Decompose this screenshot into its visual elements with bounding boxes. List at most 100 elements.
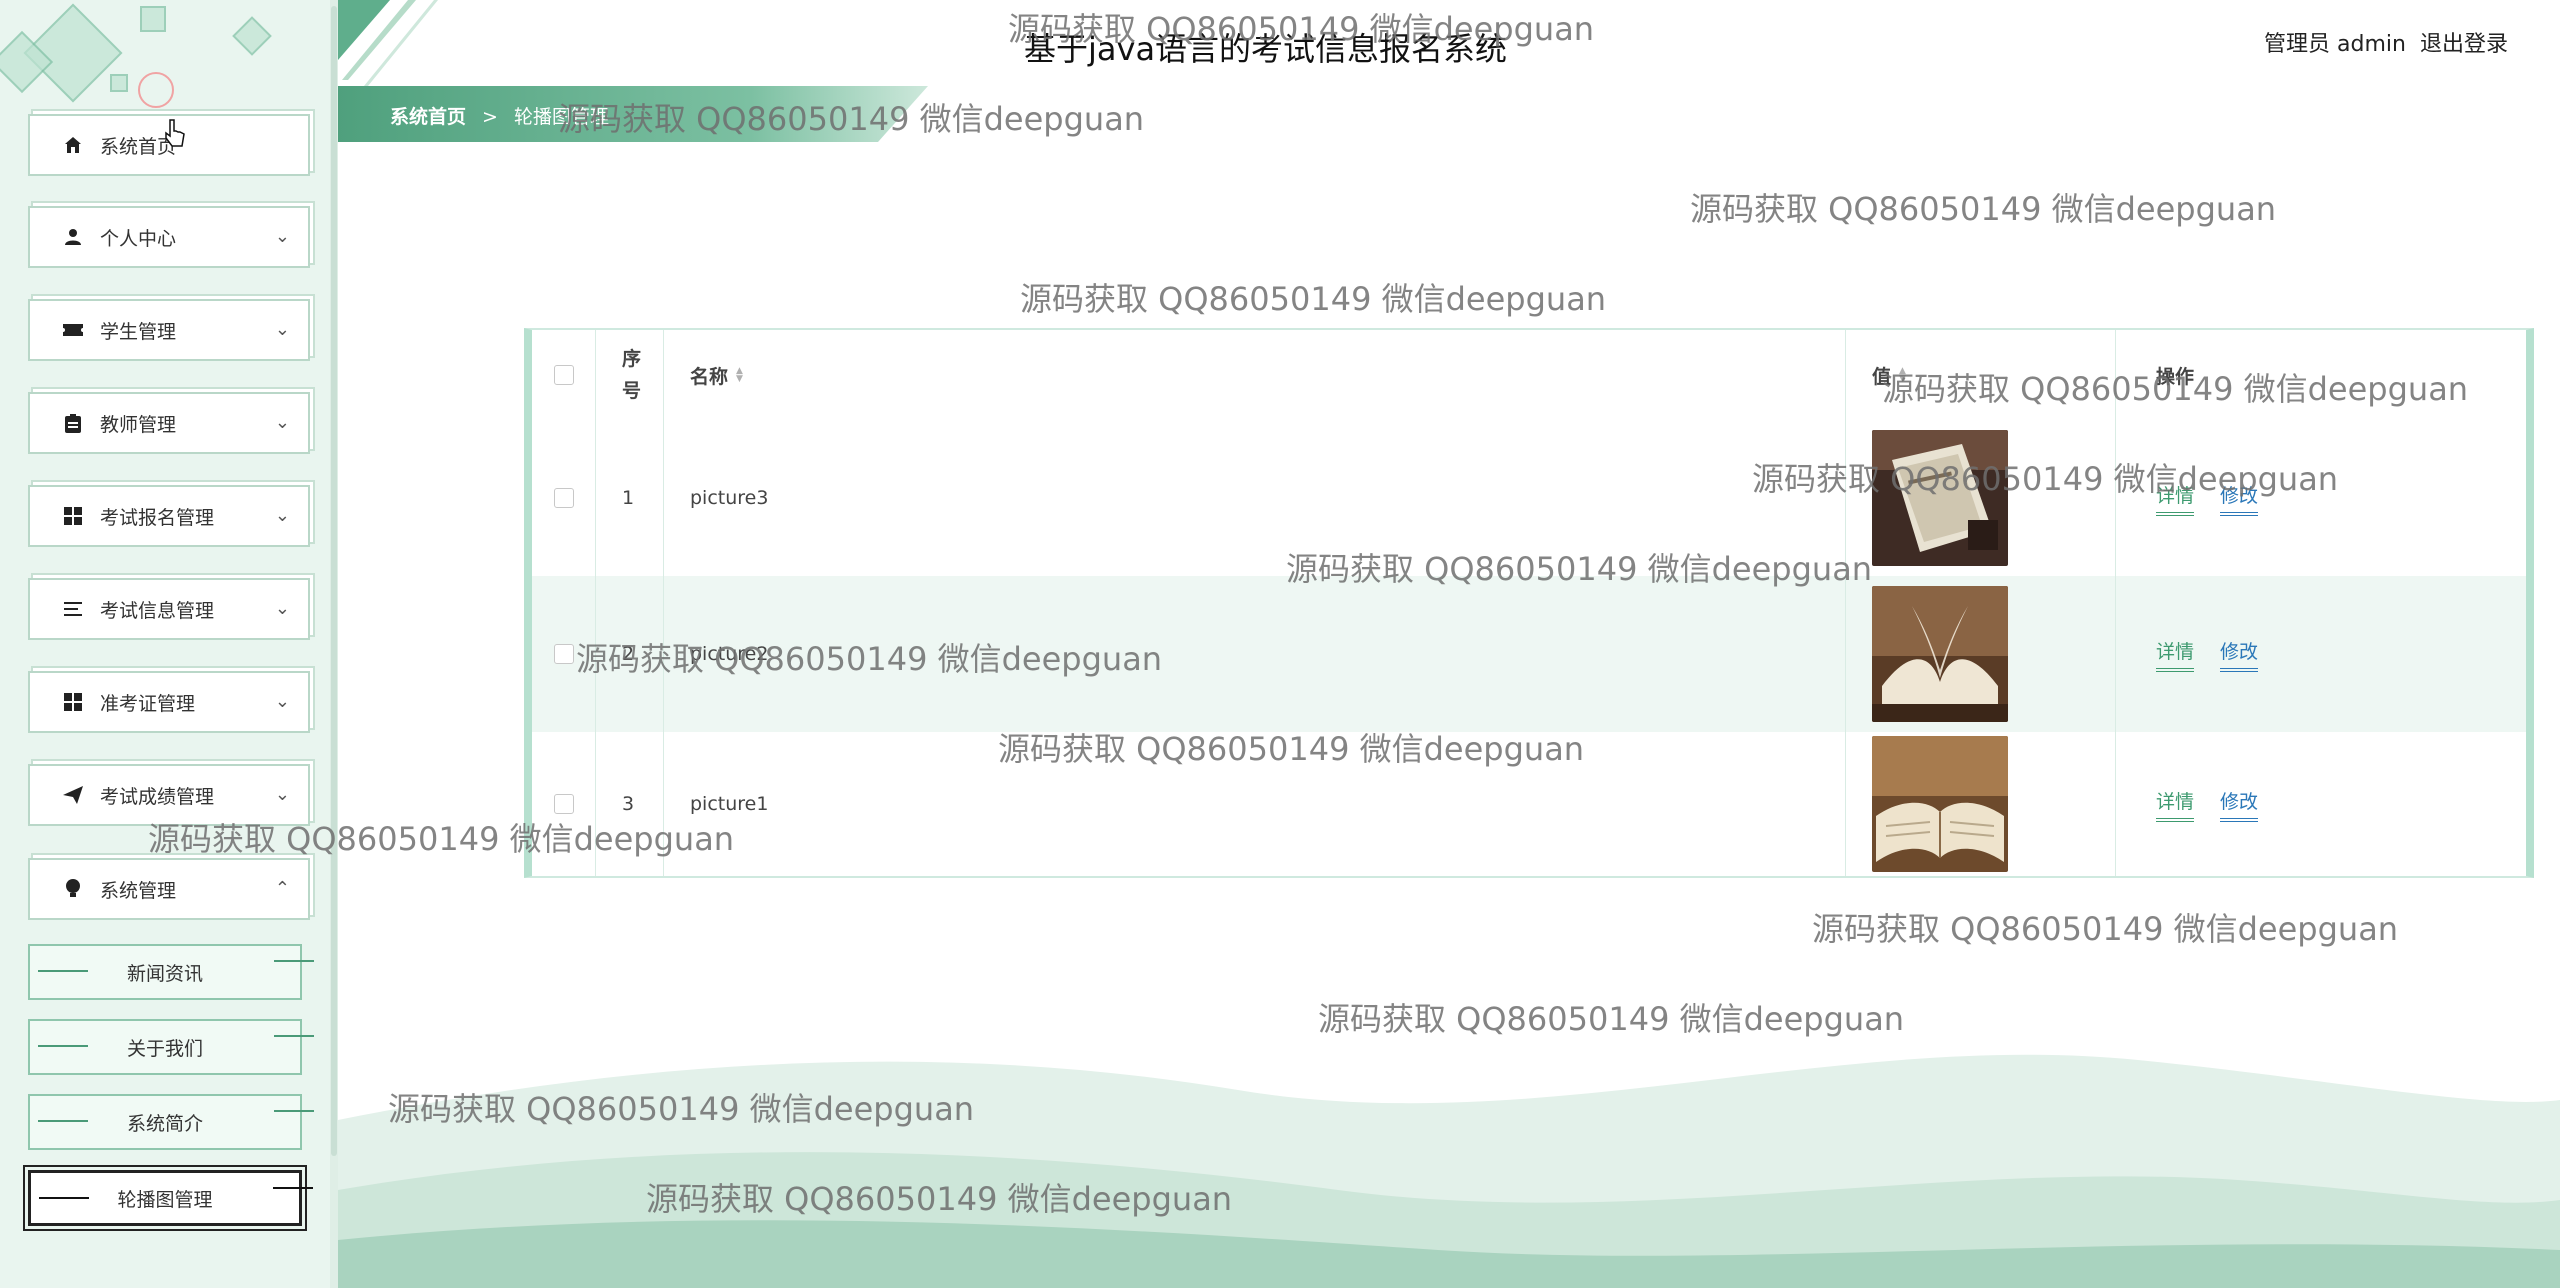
sidebar-subitem-carousel[interactable]: 轮播图管理: [23, 1165, 313, 1231]
watermark-text: 源码获取 QQ86050149 微信deepguan: [1690, 190, 2277, 228]
sidebar-item-label: 系统管理: [100, 879, 177, 902]
home-icon: [62, 134, 84, 156]
sidebar-item-admission-ticket[interactable]: 准考证管理 ⌄: [28, 671, 310, 733]
column-header-name[interactable]: 名称 ▲ ▼: [664, 330, 1846, 420]
edit-button[interactable]: 修改: [2220, 787, 2259, 822]
chevron-down-icon: ⌄: [274, 319, 290, 340]
breadcrumb-separator: >: [482, 106, 498, 128]
row-checkbox[interactable]: [553, 644, 574, 664]
watermark-text: 源码获取 QQ86050149 微信deepguan: [998, 730, 1585, 768]
sidebar-subitem-label: 新闻资讯: [126, 962, 203, 985]
watermark-text: 源码获取 QQ86050149 微信deepguan: [1752, 460, 2339, 498]
value-cell: [1846, 576, 2116, 732]
sidebar-item-label: 个人中心: [100, 227, 177, 250]
ticket-icon: [62, 319, 84, 341]
chevron-down-icon: ⌄: [274, 784, 290, 805]
sidebar-scrollbar[interactable]: [330, 0, 338, 1288]
decorative-square: [110, 74, 128, 92]
breadcrumb-home[interactable]: 系统首页: [390, 106, 466, 128]
mouse-cursor-icon: [165, 119, 185, 147]
scrollbar-thumb[interactable]: [331, 6, 337, 1156]
actions-cell: 详情 修改: [2116, 732, 2526, 876]
watermark-text: 源码获取 QQ86050149 微信deepguan: [1318, 1000, 1905, 1038]
detail-button[interactable]: 详情: [2156, 637, 2195, 672]
chevron-down-icon: ⌄: [274, 505, 290, 526]
list-icon: [62, 598, 84, 620]
grid-icon: [62, 505, 84, 527]
watermark-text: 源码获取 QQ86050149 微信deepguan: [1020, 280, 1607, 318]
watermark-text: 源码获取 QQ86050149 微信deepguan: [646, 1180, 1233, 1218]
user-info: 管理员 admin 退出登录: [2250, 26, 2508, 58]
current-user: 管理员 admin: [2264, 32, 2406, 57]
sidebar-subitem-label: 系统简介: [126, 1112, 203, 1135]
carousel-table: 序号 名称 ▲ ▼ 值 ▲ ▼ 操作 1 picture3 详情 修改 2 pi…: [524, 328, 2534, 878]
watermark-text: 源码获取 QQ86050149 微信deepguan: [388, 1090, 975, 1128]
logout-link[interactable]: 退出登录: [2420, 32, 2508, 57]
sidebar-item-label: 学生管理: [100, 320, 177, 343]
decorative-arrow: [38, 1045, 88, 1047]
watermark-text: 源码获取 QQ86050149 微信deepguan: [148, 820, 735, 858]
sidebar-subitem-label: 轮播图管理: [117, 1188, 213, 1211]
decorative-square: [140, 6, 166, 32]
edit-button[interactable]: 修改: [2220, 637, 2259, 672]
decorative-arrow: [39, 1197, 89, 1199]
sidebar: 系统首页 个人中心 ⌄ 学生管理 ⌄ 教师管理 ⌄ 考试报名管理 ⌄ 考试信息管…: [0, 0, 338, 1288]
chevron-down-icon: ⌄: [274, 226, 290, 247]
decorative-arrow: [38, 1120, 88, 1122]
sidebar-item-profile[interactable]: 个人中心 ⌄: [28, 206, 310, 268]
column-header-label: 序号: [622, 348, 642, 402]
decorative-arrow: [273, 1187, 313, 1189]
select-all-checkbox[interactable]: [553, 365, 574, 385]
row-checkbox[interactable]: [553, 794, 574, 814]
value-cell: [1846, 732, 2116, 876]
sidebar-item-label: 考试报名管理: [100, 506, 215, 529]
send-icon: [62, 784, 84, 806]
watermark-text: 源码获取 QQ86050149 微信deepguan: [1008, 10, 1595, 48]
sidebar-subitem-intro[interactable]: 系统简介: [28, 1094, 314, 1150]
row-checkbox[interactable]: [553, 488, 574, 508]
sidebar-subitem-label: 关于我们: [126, 1037, 203, 1060]
chevron-up-icon: ⌃: [274, 878, 290, 899]
clipboard-icon: [62, 412, 84, 434]
actions-cell: 详情 修改: [2116, 576, 2526, 732]
column-header-label: 名称: [690, 365, 729, 388]
column-header-index: 序号: [596, 330, 664, 420]
watermark-text: 源码获取 QQ86050149 微信deepguan: [1812, 910, 2399, 948]
select-all-cell: [532, 330, 596, 420]
sort-icon[interactable]: ▲ ▼: [736, 367, 743, 384]
chevron-down-icon: ⌄: [274, 412, 290, 433]
sidebar-item-label: 教师管理: [100, 413, 177, 436]
watermark-text: 源码获取 QQ86050149 微信deepguan: [1286, 550, 1873, 588]
chevron-down-icon: ⌄: [274, 598, 290, 619]
grid-icon: [62, 691, 84, 713]
watermark-text: 源码获取 QQ86050149 微信deepguan: [1882, 370, 2469, 408]
decorative-arrow: [274, 960, 314, 962]
sidebar-item-teachers[interactable]: 教师管理 ⌄: [28, 392, 310, 454]
sidebar-item-students[interactable]: 学生管理 ⌄: [28, 299, 310, 361]
background-waves: [338, 1054, 2560, 1288]
decorative-arrow: [38, 970, 88, 972]
sidebar-item-label: 考试成绩管理: [100, 785, 215, 808]
carousel-image-thumbnail[interactable]: [1872, 736, 2008, 872]
decorative-square: [232, 16, 272, 56]
chevron-down-icon: ⌄: [274, 691, 290, 712]
watermark-text: 源码获取 QQ86050149 微信deepguan: [576, 640, 1163, 678]
sidebar-item-exam-registration[interactable]: 考试报名管理 ⌄: [28, 485, 310, 547]
sidebar-subitem-news[interactable]: 新闻资讯: [28, 944, 314, 1000]
watermark-text: 源码获取 QQ86050149 微信deepguan: [558, 100, 1145, 138]
decorative-circle: [138, 72, 174, 108]
sidebar-item-label: 考试信息管理: [100, 599, 215, 622]
header-corner-decoration: [338, 0, 438, 86]
row-checkbox-cell: [532, 420, 596, 576]
decorative-arrow: [274, 1035, 314, 1037]
detail-button[interactable]: 详情: [2156, 787, 2195, 822]
sidebar-item-label: 准考证管理: [100, 692, 196, 715]
sidebar-item-system[interactable]: 系统管理 ⌃: [28, 858, 310, 920]
sidebar-item-exam-info[interactable]: 考试信息管理 ⌄: [28, 578, 310, 640]
carousel-image-thumbnail[interactable]: [1872, 586, 2008, 722]
decorative-arrow: [274, 1110, 314, 1112]
index-cell: 1: [596, 420, 664, 576]
user-icon: [62, 226, 84, 248]
sidebar-subitem-about[interactable]: 关于我们: [28, 1019, 314, 1075]
bulb-icon: [62, 878, 84, 900]
